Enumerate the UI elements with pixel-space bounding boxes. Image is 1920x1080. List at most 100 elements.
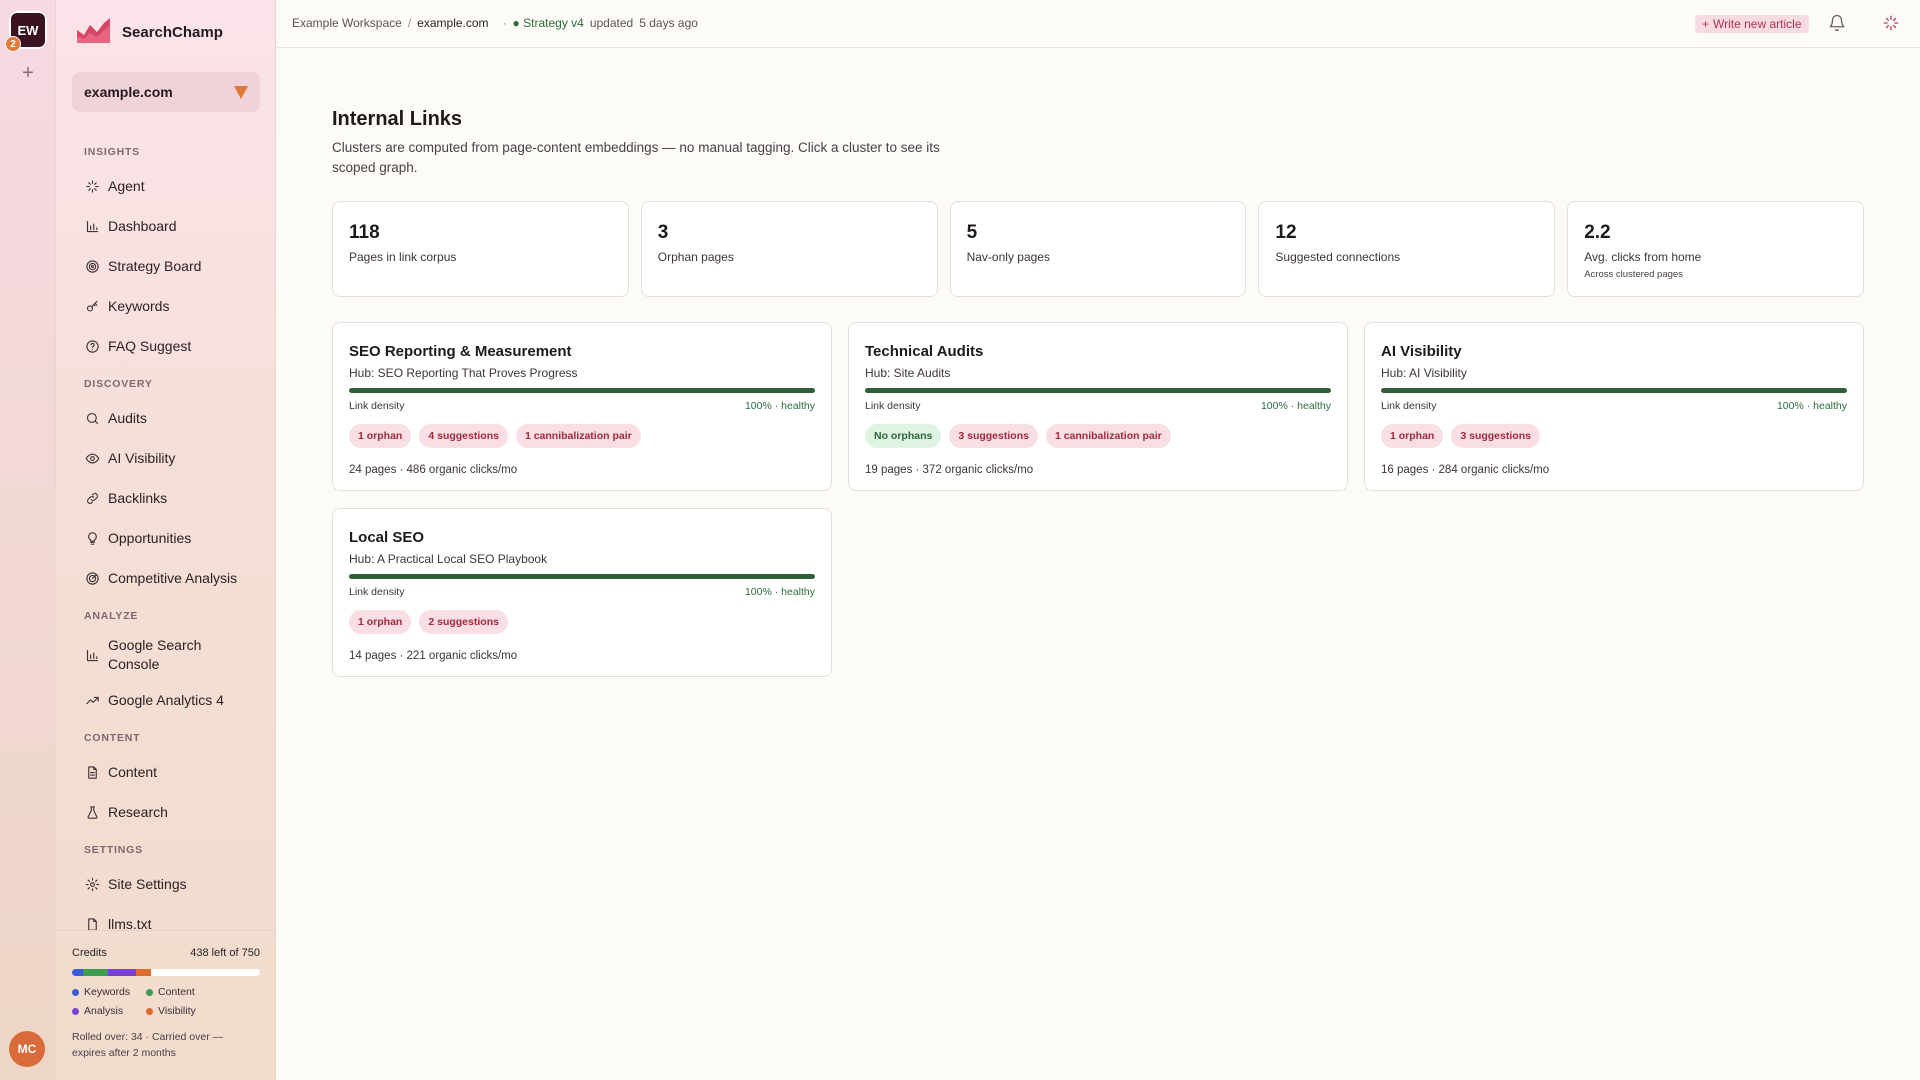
link-density-value: 100% · healthy <box>744 400 815 412</box>
cluster-footer: 14 pages · 221 organic clicks/mo <box>349 650 518 662</box>
cluster-pill: 2 suggestions <box>419 610 508 634</box>
nav-section-analyze: ANALYZE <box>84 610 139 622</box>
sidebar-item-label: FAQ Suggest <box>108 338 192 354</box>
legend-dot <box>146 988 153 996</box>
cluster-title: SEO Reporting & Measurement <box>349 343 572 360</box>
link-density-fill <box>349 574 815 579</box>
sidebar-item-llms-txt[interactable]: llms.txt <box>72 904 260 930</box>
credits-legend-label: Visibility <box>158 1005 196 1017</box>
cluster-hub: Hub: A Practical Local SEO Playbook <box>349 552 548 566</box>
cluster-pill: 3 suggestions <box>1451 424 1540 448</box>
legend-dot <box>72 988 79 996</box>
cluster-hub: Hub: SEO Reporting That Proves Progress <box>349 366 578 380</box>
bell-icon[interactable] <box>1828 14 1846 32</box>
credits-segment-visibility <box>135 969 151 976</box>
cluster-card-local-seo[interactable]: Local SEO Hub: A Practical Local SEO Play… <box>332 508 832 677</box>
lightbulb-icon <box>84 530 100 546</box>
cluster-title: AI Visibility <box>1381 343 1462 360</box>
top-bar: Example Workspace / example.com · ● Stra… <box>277 0 1920 48</box>
sidebar-item-label: Google Analytics 4 <box>108 692 224 708</box>
sparkle-icon[interactable] <box>1882 14 1900 32</box>
stat-label: Nav-only pages <box>966 250 1050 264</box>
stat-card-avg-clicks-from-home: 2.2 Avg. clicks from home Across clustered… <box>1567 201 1864 297</box>
sidebar-item-agent[interactable]: Agent <box>72 166 260 206</box>
credits-rollover-note: Rolled over: 34 · Carried over — expires… <box>72 1031 224 1059</box>
sidebar-item-strategy-board[interactable]: Strategy Board <box>72 246 260 286</box>
link-icon <box>84 490 100 506</box>
sidebar-item-keywords[interactable]: Keywords <box>72 286 260 326</box>
page-title: Internal Links <box>332 108 463 130</box>
cluster-pill: 3 suggestions <box>949 424 1038 448</box>
help-circle-icon <box>84 338 100 354</box>
credits-panel: Credits 438 left of 750 Keywords Content A… <box>56 930 276 1080</box>
strategy-status[interactable]: ● Strategy v4 <box>513 16 584 30</box>
stat-label: Avg. clicks from home <box>1584 250 1702 264</box>
stat-card-pages-in-link-corpus: 118 Pages in link corpus <box>332 201 629 297</box>
sidebar-item-competitive-analysis[interactable]: Competitive Analysis <box>72 558 260 598</box>
sidebar-item-site-settings[interactable]: Site Settings <box>72 864 260 904</box>
sidebar-item-backlinks[interactable]: Backlinks <box>72 478 260 518</box>
credits-remaining: 438 left of 750 <box>190 947 260 959</box>
sidebar-item-label: Agent <box>108 178 145 194</box>
cluster-hub: Hub: Site Audits <box>865 366 951 380</box>
stats-row: 118 Pages in link corpus 3 Orphan pages 5 Nav… <box>332 201 1864 297</box>
sidebar-item-dashboard[interactable]: Dashboard <box>72 206 260 246</box>
cluster-pills: 1 orphan 4 suggestions 1 cannibalization p… <box>349 424 815 448</box>
cluster-pill: 1 cannibalization pair <box>1045 424 1171 448</box>
sidebar-item-opportunities[interactable]: Opportunities <box>72 518 260 558</box>
add-workspace-button[interactable]: + <box>17 62 39 84</box>
cluster-pill: 1 orphan <box>349 610 412 634</box>
nav-section-insights: INSIGHTS <box>84 146 140 158</box>
cluster-title: Technical Audits <box>865 343 984 360</box>
sidebar-item-content[interactable]: Content <box>72 752 260 792</box>
credits-legend-label: Analysis <box>84 1005 124 1017</box>
sidebar-item-label: Competitive Analysis <box>108 570 238 586</box>
sidebar-item-label: Opportunities <box>108 530 192 546</box>
credits-legend-label: Keywords <box>84 986 131 998</box>
site-selector[interactable]: example.com <box>72 72 260 112</box>
brand[interactable]: SearchChamp <box>76 14 223 50</box>
sidebar-item-google-search-console[interactable]: Google Search Console <box>72 630 260 680</box>
stat-value: 5 <box>966 222 978 243</box>
link-density-value: 100% · healthy <box>744 586 815 598</box>
write-new-article-button[interactable]: + Write new article <box>1695 15 1809 33</box>
sidebar-item-google-analytics-4[interactable]: Google Analytics 4 <box>72 680 260 720</box>
credits-legend-item: Content <box>146 986 236 998</box>
link-density-fill <box>1381 388 1847 393</box>
cluster-card-technical-audits[interactable]: Technical Audits Hub: Site Audits Link den… <box>848 322 1348 491</box>
sidebar-item-label: Content <box>108 764 158 780</box>
cluster-card-seo-reporting-measurement[interactable]: SEO Reporting & Measurement Hub: SEO Repo… <box>332 322 832 491</box>
eye-icon <box>84 450 100 466</box>
cluster-grid: SEO Reporting & Measurement Hub: SEO Repo… <box>332 322 1864 677</box>
avatar[interactable]: MC <box>9 1031 45 1067</box>
link-density-fill <box>349 388 815 393</box>
stat-note: Across clustered pages <box>1584 269 1683 280</box>
sidebar-item-research[interactable]: Research <box>72 792 260 832</box>
sidebar-item-ai-visibility[interactable]: AI Visibility <box>72 438 260 478</box>
search-icon <box>84 410 100 426</box>
breadcrumb: Example Workspace / example.com · ● Stra… <box>292 16 698 30</box>
link-density-bar <box>865 388 1331 393</box>
link-density-bar <box>1381 388 1847 393</box>
breadcrumb-dot: · <box>502 16 507 30</box>
link-density-label: Link density <box>349 586 405 598</box>
cluster-card-ai-visibility[interactable]: AI Visibility Hub: AI Visibility Link dens… <box>1364 322 1864 491</box>
breadcrumb-workspace[interactable]: Example Workspace <box>292 16 402 30</box>
cluster-pill: 1 cannibalization pair <box>515 424 641 448</box>
cluster-pills: 1 orphan 2 suggestions <box>349 610 815 634</box>
cluster-title: Local SEO <box>349 529 425 546</box>
target-icon <box>84 258 100 274</box>
link-density-value: 100% · healthy <box>1260 400 1331 412</box>
breadcrumb-separator: / <box>407 16 412 30</box>
sidebar-item-label: Backlinks <box>108 490 168 506</box>
cluster-footer: 24 pages · 486 organic clicks/mo <box>349 464 518 476</box>
flask-icon <box>84 804 100 820</box>
credits-segment-content <box>83 969 108 976</box>
breadcrumb-site[interactable]: example.com <box>417 16 488 30</box>
sidebar-item-audits[interactable]: Audits <box>72 398 260 438</box>
stat-card-orphan-pages: 3 Orphan pages <box>640 201 938 297</box>
link-density-label: Link density <box>1381 400 1437 412</box>
sidebar-item-faq-suggest[interactable]: FAQ Suggest <box>72 326 260 366</box>
link-density-label: Link density <box>865 400 921 412</box>
stat-card-suggested-connections: 12 Suggested connections <box>1258 201 1556 297</box>
